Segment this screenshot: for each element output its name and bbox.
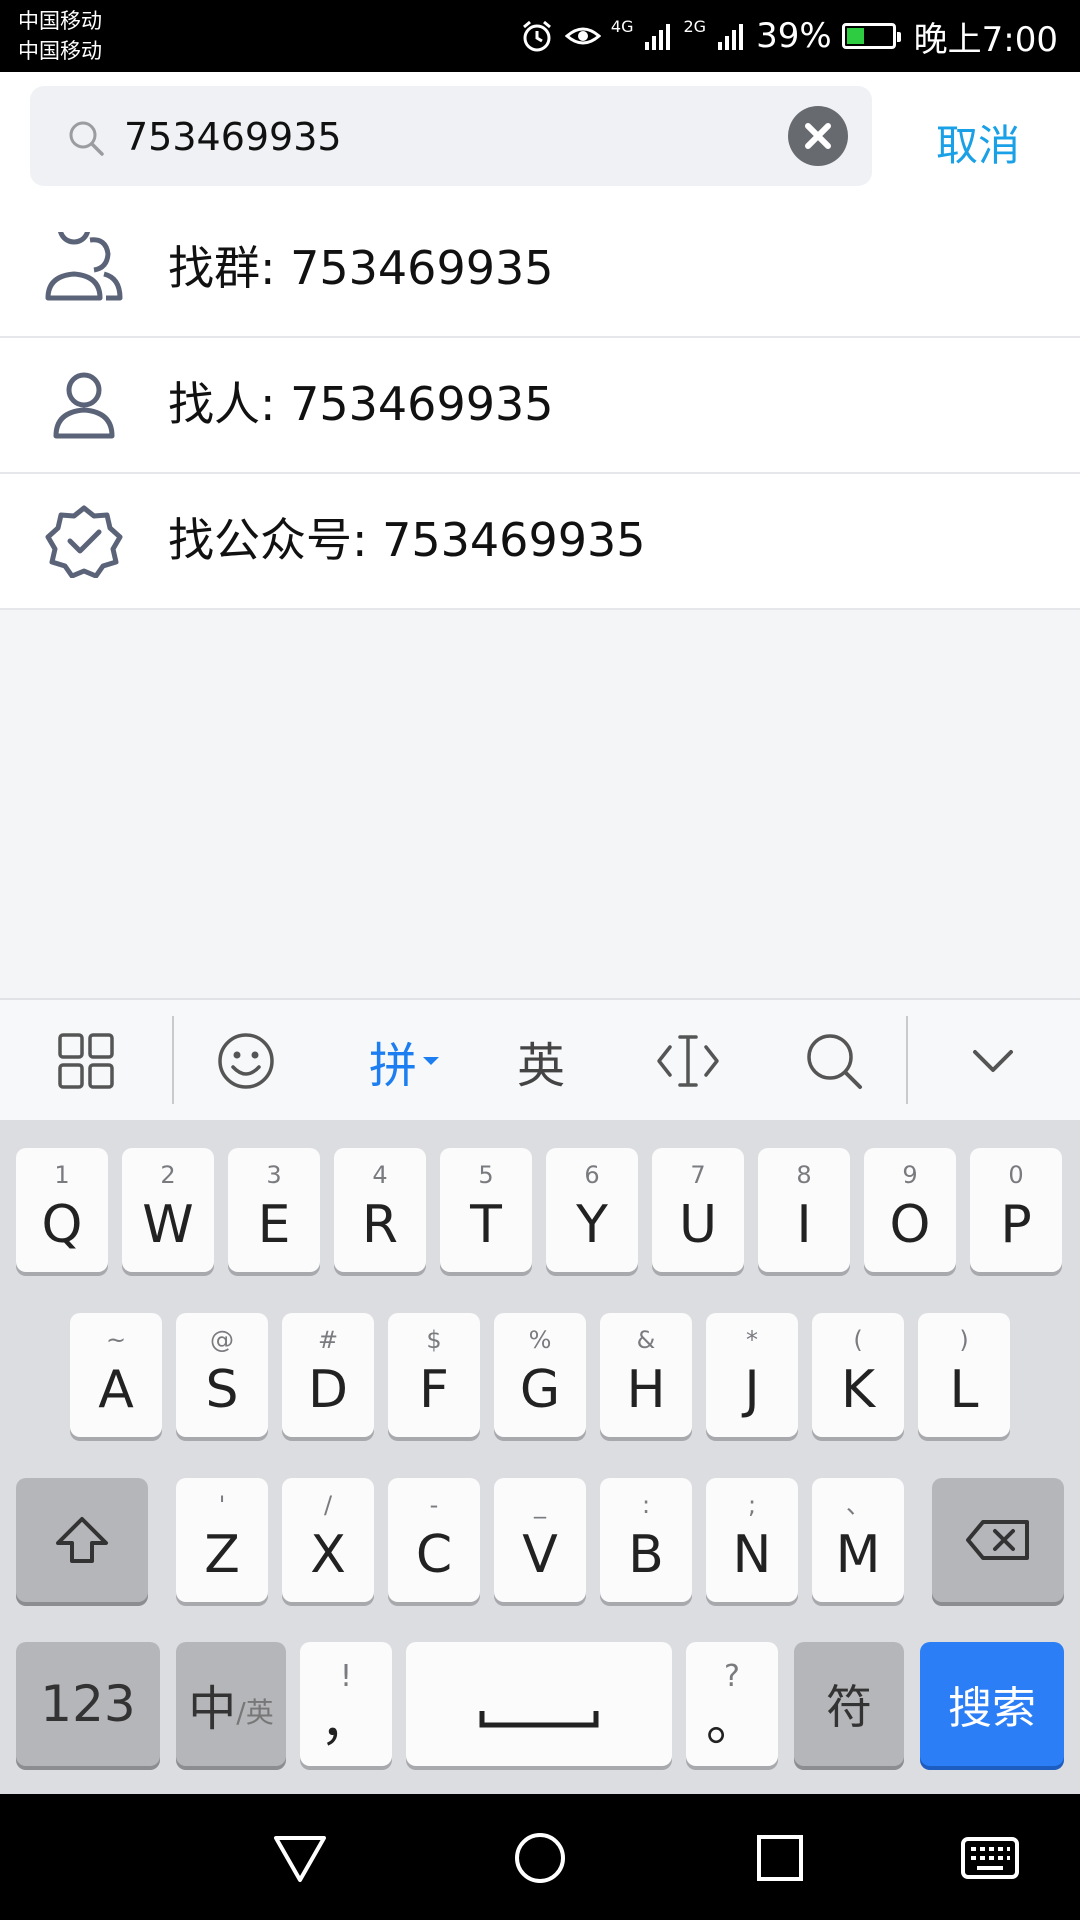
search-results-list: 找群: 753469935 找人: 753469935 找公众号: 753469… [0, 202, 1080, 610]
keyboard-toolbar: 拼 英 [0, 998, 1080, 1122]
english-label: 英 [516, 1038, 565, 1094]
comma-key[interactable]: ! ， [300, 1642, 392, 1766]
alarm-icon [522, 20, 551, 52]
signal-2g-icon [718, 24, 744, 50]
search-icon [69, 121, 104, 156]
signal-4g-icon [645, 24, 671, 50]
home-icon[interactable] [512, 1830, 568, 1886]
search-icon [807, 1034, 862, 1089]
emoji-button[interactable] [216, 1022, 276, 1100]
search-submit-key[interactable]: 搜索 [920, 1642, 1064, 1766]
pinyin-label: 拼 [368, 1038, 417, 1094]
result-find-official-account[interactable]: 找公众号: 753469935 [0, 474, 1080, 610]
network-4g-label: 4G [610, 16, 634, 36]
key-t[interactable]: 5T [440, 1148, 532, 1272]
key-x[interactable]: / X [282, 1478, 374, 1602]
backspace-key[interactable] [932, 1478, 1064, 1602]
backspace-icon [966, 1520, 1029, 1560]
space-bar-icon [479, 1711, 599, 1728]
key-d[interactable]: # D [282, 1313, 374, 1437]
search-box[interactable] [30, 86, 872, 186]
result-find-person[interactable]: 找人: 753469935 [0, 338, 1080, 474]
network-2g-label: 2G [683, 16, 707, 36]
battery-fill [846, 28, 864, 44]
key-j[interactable]: * J [706, 1313, 798, 1437]
grid-icon [58, 1033, 114, 1089]
result-find-group[interactable]: 找群: 753469935 [0, 202, 1080, 338]
battery-icon [841, 23, 901, 49]
key-g[interactable]: % G [494, 1313, 586, 1437]
status-icons: 4G 2G 39% 晚上7:00 [519, 0, 1058, 72]
pinyin-mode-button[interactable]: 拼 [362, 1022, 448, 1100]
lang-main-label: 中 [188, 1681, 237, 1737]
verified-badge-icon [45, 505, 123, 578]
key-w[interactable]: 2W [122, 1148, 214, 1272]
key-k[interactable]: (K [812, 1313, 904, 1437]
back-icon[interactable] [272, 1830, 328, 1886]
toolbar-divider [906, 1016, 908, 1104]
close-icon [805, 123, 831, 149]
clock: 晚上7:00 [913, 19, 1058, 60]
key-b[interactable]: :B [600, 1478, 692, 1602]
space-key[interactable] [406, 1642, 672, 1766]
english-mode-button[interactable]: 英 [508, 1022, 574, 1100]
key-r[interactable]: 4R [334, 1148, 426, 1272]
key-c[interactable]: -C [388, 1478, 480, 1602]
dropdown-arrow-icon [423, 1057, 439, 1065]
keyboard-switch-icon[interactable] [960, 1830, 1020, 1886]
status-bar: 中国移动 中国移动 4G 2G 39% 晚上7:00 [0, 0, 1080, 72]
recent-apps-icon[interactable] [752, 1830, 808, 1886]
numbers-key[interactable]: 123 [16, 1642, 160, 1766]
keyboard-search-button[interactable] [804, 1022, 864, 1100]
key-a[interactable]: ~ A [70, 1313, 162, 1437]
key-l[interactable]: ) L [918, 1313, 1010, 1437]
key-v[interactable]: _ V [494, 1478, 586, 1602]
search-header: 取消 [0, 72, 1080, 202]
cursor-icon [657, 1035, 719, 1087]
result-label: 找公众号: 753469935 [168, 513, 646, 567]
hide-keyboard-button[interactable] [968, 1022, 1018, 1100]
key-q[interactable]: 1Q [16, 1148, 108, 1272]
shift-icon [56, 1517, 108, 1563]
carrier-2: 中国移动 [18, 39, 102, 63]
cursor-move-button[interactable] [656, 1022, 720, 1100]
key-u[interactable]: 7U [652, 1148, 744, 1272]
key-y[interactable]: 6Y [546, 1148, 638, 1272]
result-label: 找人: 753469935 [168, 377, 554, 431]
smiley-icon [218, 1033, 274, 1089]
carrier-info: 中国移动 中国移动 [18, 6, 102, 66]
shift-key[interactable] [16, 1478, 148, 1602]
key-o[interactable]: 9O [864, 1148, 956, 1272]
keyboard: 1Q 2W 3E 4R 5T 6Y 7U 8I 9O 0P ~ A @ S # D $… [0, 1120, 1080, 1794]
key-m[interactable]: 、 M [812, 1478, 904, 1602]
language-switch-key[interactable]: 中 /英 [176, 1642, 286, 1766]
period-key[interactable]: ? 。 [686, 1642, 778, 1766]
cancel-button[interactable]: 取消 [936, 112, 1020, 173]
key-n[interactable]: ; N [706, 1478, 798, 1602]
group-icon [45, 232, 123, 301]
lang-sub-label: /英 [236, 1696, 274, 1729]
grid-menu-button[interactable] [56, 1022, 116, 1100]
battery-percent: 39% [756, 16, 832, 56]
search-input[interactable] [122, 106, 796, 168]
person-icon [53, 372, 115, 439]
carrier-1: 中国移动 [18, 9, 102, 33]
clear-search-button[interactable] [788, 106, 848, 166]
key-p[interactable]: 0P [970, 1148, 1062, 1272]
toolbar-divider [172, 1016, 174, 1104]
key-f[interactable]: $ F [388, 1313, 480, 1437]
eye-icon [564, 27, 601, 45]
result-label: 找群: 753469935 [168, 241, 554, 295]
key-e[interactable]: 3E [228, 1148, 320, 1272]
navigation-bar [0, 1794, 1080, 1920]
key-z[interactable]: ' Z [176, 1478, 268, 1602]
key-h[interactable]: & H [600, 1313, 692, 1437]
symbols-key[interactable]: 符 [794, 1642, 904, 1766]
key-i[interactable]: 8I [758, 1148, 850, 1272]
chevron-down-icon [973, 1050, 1013, 1072]
key-s[interactable]: @ S [176, 1313, 268, 1437]
